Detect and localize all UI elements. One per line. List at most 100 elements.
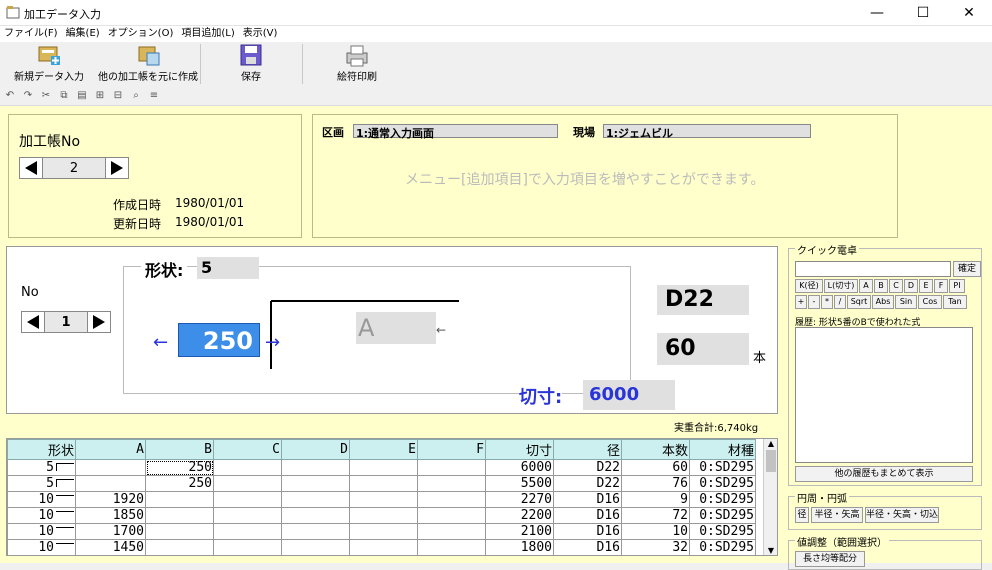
circle-radius-height-button[interactable]: 半径・矢高 [811,507,863,523]
cell-c[interactable] [213,523,282,540]
cell-count[interactable]: 76 [621,475,690,492]
history-list[interactable] [795,327,973,463]
cell-shape[interactable]: 10 [7,491,76,508]
delete-row-icon[interactable]: ⊟ [111,90,125,104]
calculator-input[interactable] [795,261,951,277]
insert-row-icon[interactable]: ⊞ [93,90,107,104]
row-no-value[interactable]: 1 [45,311,87,333]
cell-diameter[interactable]: D22 [553,459,622,476]
cell-shape[interactable]: 5 [7,459,76,476]
col-header-c[interactable]: C [213,439,282,460]
calc-key-sin[interactable]: Sin [895,295,917,309]
cell-shape[interactable]: 10 [7,523,76,540]
minimize-button[interactable]: — [854,0,900,26]
next-ledger-button[interactable] [105,157,129,179]
col-header-d[interactable]: D [281,439,350,460]
cell-f[interactable] [417,523,486,540]
prev-ledger-button[interactable] [19,157,43,179]
cell-f[interactable] [417,539,486,555]
calculator-confirm-button[interactable]: 確定 [953,261,981,277]
align-icon[interactable]: ≡ [147,90,161,104]
copy-from-button[interactable]: 他の加工帳を元に作成 [98,44,198,86]
cell-e[interactable] [349,459,418,476]
cell-b[interactable] [145,539,214,555]
calc-key-d[interactable]: D [904,279,918,293]
cell-cut[interactable]: 1800 [485,539,554,555]
maximize-button[interactable]: ☐ [900,0,946,26]
cell-material[interactable]: 0:SD295 [689,523,756,540]
calc-key-abs[interactable]: Abs [872,295,894,309]
calc-key-f[interactable]: F [934,279,948,293]
table-scrollbar[interactable]: ▲ ▼ [763,439,777,555]
equal-length-button[interactable]: 長さ均等配分 [795,551,865,567]
menu-file[interactable]: ファイル(F) [0,26,62,42]
table-row[interactable]: 10 1700 2100 D16 10 0:SD295 [7,523,756,540]
scroll-down-icon[interactable]: ▼ [764,546,777,555]
find-icon[interactable]: ⌕ [129,90,143,104]
cell-diameter[interactable]: D16 [553,507,622,524]
save-button[interactable]: 保存 [228,44,274,86]
calc-key-e[interactable]: E [919,279,933,293]
cell-material[interactable]: 0:SD295 [689,539,756,555]
site-field[interactable]: 1:ジェムビル [603,124,811,140]
section-field[interactable]: 1:通常入力画面 [353,124,558,140]
table-row[interactable]: 10 1450 1800 D16 32 0:SD295 [7,539,756,555]
col-header-shape[interactable]: 形状 [7,439,76,460]
calc-key-cos[interactable]: Cos [918,295,942,309]
menu-add-items[interactable]: 項目追加(L) [177,26,238,42]
calc-key-l[interactable]: L(切寸) [824,279,858,293]
cell-b[interactable] [145,491,214,508]
cell-cut[interactable]: 2270 [485,491,554,508]
calc-key-b[interactable]: B [874,279,888,293]
col-header-cut[interactable]: 切寸 [485,439,554,460]
cell-f[interactable] [417,475,486,492]
col-header-b[interactable]: B [145,439,214,460]
cell-d[interactable] [281,523,350,540]
circle-diameter-button[interactable]: 径 [795,507,809,523]
cell-f[interactable] [417,459,486,476]
cell-shape[interactable]: 5 [7,475,76,492]
cell-e[interactable] [349,523,418,540]
calc-key-multiply[interactable]: * [821,295,833,309]
cell-b[interactable]: 250 [145,459,214,476]
cell-e[interactable] [349,539,418,555]
cell-b[interactable] [145,507,214,524]
calc-key-tan[interactable]: Tan [943,295,967,309]
cell-c[interactable] [213,475,282,492]
cell-count[interactable]: 10 [621,523,690,540]
menu-edit[interactable]: 編集(E) [62,26,104,42]
paste-icon[interactable]: ▤ [75,90,89,104]
calc-key-k[interactable]: K(径) [795,279,823,293]
close-button[interactable]: ✕ [946,0,992,26]
cell-shape[interactable]: 10 [7,507,76,524]
cell-a[interactable]: 1700 [75,523,146,540]
cell-c[interactable] [213,507,282,524]
cell-diameter[interactable]: D16 [553,491,622,508]
print-tags-button[interactable]: 絵符印刷 [330,44,384,86]
cell-cut[interactable]: 5500 [485,475,554,492]
col-header-diameter[interactable]: 径 [553,439,622,460]
cell-a[interactable] [75,459,146,476]
cell-e[interactable] [349,491,418,508]
cell-count[interactable]: 32 [621,539,690,555]
copy-icon[interactable]: ⧉ [57,90,71,104]
table-row[interactable]: 5 250 5500 D22 76 0:SD295 [7,475,756,492]
col-header-material[interactable]: 材種 [689,439,756,460]
calc-key-a[interactable]: A [859,279,873,293]
cell-material[interactable]: 0:SD295 [689,475,756,492]
cell-cut[interactable]: 6000 [485,459,554,476]
table-row[interactable]: 10 1850 2200 D16 72 0:SD295 [7,507,756,524]
calc-key-minus[interactable]: - [808,295,820,309]
calc-key-plus[interactable]: + [795,295,807,309]
cell-c[interactable] [213,539,282,555]
calc-key-sqrt[interactable]: Sqrt [847,295,871,309]
cell-material[interactable]: 0:SD295 [689,459,756,476]
cell-a[interactable] [75,475,146,492]
calc-key-divide[interactable]: / [834,295,846,309]
cell-count[interactable]: 60 [621,459,690,476]
cell-material[interactable]: 0:SD295 [689,491,756,508]
cell-e[interactable] [349,475,418,492]
cell-d[interactable] [281,459,350,476]
cell-diameter[interactable]: D22 [553,475,622,492]
prev-row-button[interactable] [21,311,45,333]
